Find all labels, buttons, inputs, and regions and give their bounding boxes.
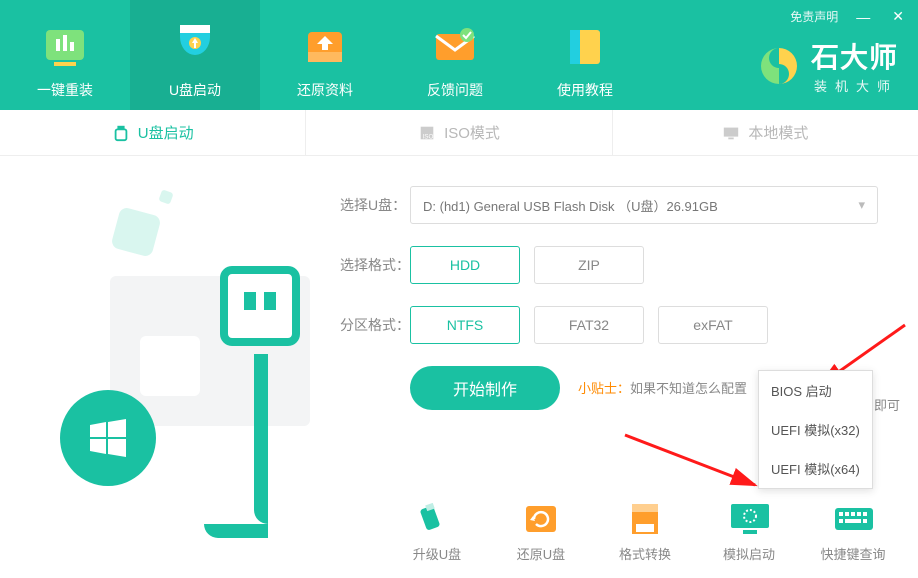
popup-item-bios[interactable]: BIOS 启动 xyxy=(759,371,872,410)
format-option-hdd[interactable]: HDD xyxy=(410,246,520,284)
illustration xyxy=(40,186,340,516)
keyboard-icon xyxy=(833,502,873,536)
convert-icon xyxy=(625,502,665,536)
tool-hotkey[interactable]: 快捷键查询 xyxy=(818,502,888,563)
brand-logo-icon xyxy=(757,44,801,88)
tool-label: 模拟启动 xyxy=(723,544,775,563)
iso-icon: ISO xyxy=(418,124,436,142)
trailing-text: 即可 xyxy=(874,395,900,414)
close-button[interactable]: ✕ xyxy=(888,8,908,25)
nav: 一键重装 U盘启动 还原资料 反馈问题 使用教程 xyxy=(0,0,650,110)
partition-option-fat32[interactable]: FAT32 xyxy=(534,306,644,344)
disk-label: 选择U盘： xyxy=(340,195,410,215)
mode-tab-iso[interactable]: ISO ISO模式 xyxy=(306,110,612,155)
disclaimer-link[interactable]: 免责声明 xyxy=(790,8,838,25)
bottom-toolbar: 升级U盘 还原U盘 格式转换 模拟启动 快捷键查询 xyxy=(0,502,918,563)
partition-option-exfat[interactable]: exFAT xyxy=(658,306,768,344)
popup-item-uefi-x64[interactable]: UEFI 模拟(x64) xyxy=(759,449,872,488)
mode-label: U盘启动 xyxy=(138,122,194,143)
nav-label: 一键重装 xyxy=(37,80,93,100)
nav-label: 使用教程 xyxy=(557,80,613,100)
nav-item-tutorial[interactable]: 使用教程 xyxy=(520,0,650,110)
partition-option-ntfs[interactable]: NTFS xyxy=(410,306,520,344)
topbar: 免责声明 — ✕ xyxy=(790,8,908,25)
mode-label: ISO模式 xyxy=(444,122,500,143)
nav-item-usb[interactable]: U盘启动 xyxy=(130,0,260,110)
format-option-zip[interactable]: ZIP xyxy=(534,246,644,284)
upgrade-icon xyxy=(417,502,457,536)
disk-value: D: (hd1) General USB Flash Disk （U盘）26.9… xyxy=(423,196,718,215)
tool-convert[interactable]: 格式转换 xyxy=(610,502,680,563)
tutorial-icon xyxy=(564,22,606,72)
windows-icon xyxy=(60,390,156,486)
brand-name: 石大师 xyxy=(811,36,898,76)
nav-item-feedback[interactable]: 反馈问题 xyxy=(390,0,520,110)
nav-label: 反馈问题 xyxy=(427,80,483,100)
nav-label: 还原资料 xyxy=(297,80,353,100)
nav-item-restore[interactable]: 还原资料 xyxy=(260,0,390,110)
tool-label: 还原U盘 xyxy=(517,544,565,563)
minimize-button[interactable]: — xyxy=(852,9,874,25)
usb-icon xyxy=(174,22,216,72)
format-label: 选择格式： xyxy=(340,255,410,275)
mode-tab-local[interactable]: 本地模式 xyxy=(613,110,918,155)
tip-text: 如果不知道怎么配置 xyxy=(630,381,747,396)
usb-small-icon xyxy=(112,124,130,142)
nav-item-reinstall[interactable]: 一键重装 xyxy=(0,0,130,110)
tool-label: 升级U盘 xyxy=(413,544,461,563)
disk-select[interactable]: D: (hd1) General USB Flash Disk （U盘）26.9… xyxy=(410,186,878,224)
chevron-down-icon: ▾ xyxy=(858,197,865,213)
header: 一键重装 U盘启动 还原资料 反馈问题 使用教程 免责声 xyxy=(0,0,918,110)
simulate-icon xyxy=(729,502,769,536)
brand: 石大师 装机大师 xyxy=(757,36,898,95)
nav-label: U盘启动 xyxy=(169,80,221,100)
restore-usb-icon xyxy=(521,502,561,536)
tool-label: 格式转换 xyxy=(619,544,671,563)
reinstall-icon xyxy=(44,22,86,72)
mode-label: 本地模式 xyxy=(748,122,808,143)
feedback-icon xyxy=(434,22,476,72)
partition-label: 分区格式： xyxy=(340,315,410,335)
local-icon xyxy=(722,124,740,142)
brand-sub: 装机大师 xyxy=(814,76,898,95)
popup-item-uefi-x32[interactable]: UEFI 模拟(x32) xyxy=(759,410,872,449)
mode-tab-usb[interactable]: U盘启动 xyxy=(0,110,306,155)
start-button[interactable]: 开始制作 xyxy=(410,366,560,410)
mode-tabs: U盘启动 ISO ISO模式 本地模式 xyxy=(0,110,918,156)
svg-text:ISO: ISO xyxy=(423,133,434,140)
simulate-popup: BIOS 启动 UEFI 模拟(x32) UEFI 模拟(x64) xyxy=(758,370,873,489)
tool-upgrade[interactable]: 升级U盘 xyxy=(402,502,472,563)
tool-restore[interactable]: 还原U盘 xyxy=(506,502,576,563)
tool-simulate[interactable]: 模拟启动 xyxy=(714,502,784,563)
tool-label: 快捷键查询 xyxy=(820,544,885,563)
tip-label: 小贴士： xyxy=(578,381,630,396)
restore-icon xyxy=(304,22,346,72)
